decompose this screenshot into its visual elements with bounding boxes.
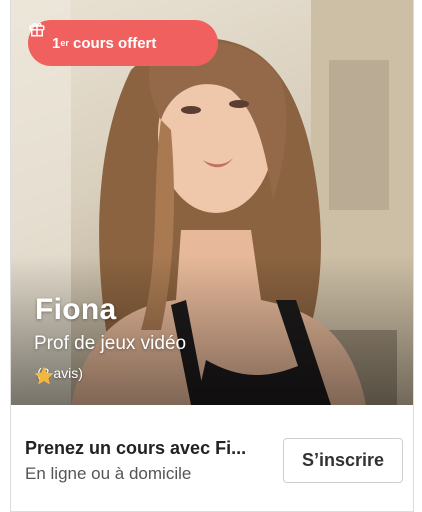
free-lesson-badge: 1 er cours offert xyxy=(28,20,218,66)
teacher-card[interactable]: 1 er cours offert Fiona Prof de jeux vidé… xyxy=(10,0,414,512)
photo-gradient-overlay xyxy=(11,255,413,405)
teacher-photo[interactable]: 1 er cours offert Fiona Prof de jeux vidé… xyxy=(11,0,413,405)
card-title[interactable]: Prenez un cours avec Fi... xyxy=(25,438,265,459)
lesson-location: En ligne ou à domicile xyxy=(25,464,192,483)
teacher-name: Fiona xyxy=(35,293,117,326)
signup-button[interactable]: S’inscrire xyxy=(283,438,403,483)
badge-label: cours offert xyxy=(73,34,157,52)
star-icon xyxy=(34,366,54,385)
badge-ordinal: 1 xyxy=(52,34,61,52)
gift-icon xyxy=(29,22,45,37)
teacher-subject: Prof de jeux vidéo xyxy=(34,333,187,354)
rating: (2 avis) xyxy=(33,365,83,385)
badge-ordinal-suffix: er xyxy=(60,38,69,48)
